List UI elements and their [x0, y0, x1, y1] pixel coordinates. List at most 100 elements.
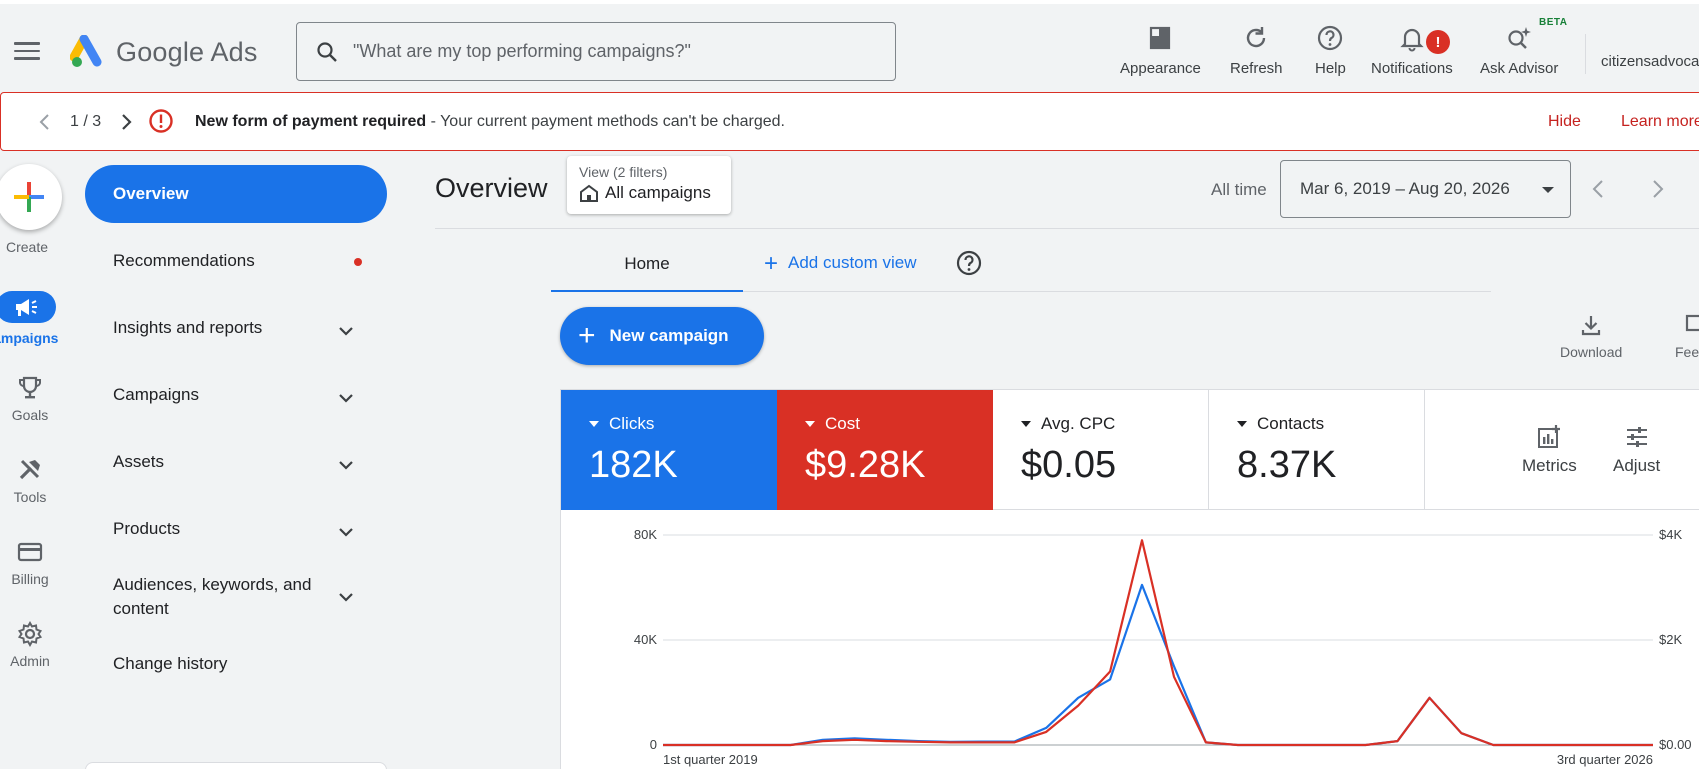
- rail-item-campaigns[interactable]: [0, 291, 56, 323]
- dropdown-triangle-icon: [1237, 421, 1247, 427]
- plus-icon: +: [578, 319, 596, 352]
- new-campaign-button[interactable]: + New campaign: [560, 307, 764, 365]
- download-icon: [1582, 316, 1601, 336]
- alert-detail: - Your current payment methods can't be …: [426, 113, 785, 130]
- ask-advisor-button[interactable]: Ask Advisor: [1480, 20, 1558, 77]
- adjust-label: Adjust: [1613, 456, 1661, 475]
- notifications-button[interactable]: Notifications !: [1371, 20, 1453, 77]
- scorecard-cost[interactable]: Cost $9.28K: [777, 390, 993, 510]
- create-label: Create: [5, 239, 49, 255]
- nav-item-products[interactable]: Products: [85, 519, 385, 539]
- chevron-down-icon: [339, 593, 353, 602]
- advisor-sparkle-search-icon: [1508, 27, 1532, 49]
- search-input[interactable]: [353, 41, 873, 62]
- scorecard-value: $0.05: [1021, 444, 1117, 486]
- payment-alert-banner: 1 / 3 New form of payment required - You…: [0, 92, 1699, 151]
- scorecard-contacts[interactable]: Contacts 8.37K: [1209, 390, 1425, 510]
- appearance-icon: [1150, 26, 1171, 50]
- feedback-button[interactable]: Feedback: [1675, 312, 1699, 360]
- chevron-down-icon: [339, 327, 353, 336]
- billing-label: Billing: [11, 571, 49, 587]
- metrics-button[interactable]: Metrics: [1522, 424, 1577, 476]
- feedback-label: Feedback: [1675, 344, 1699, 360]
- date-next-icon[interactable]: [1645, 177, 1669, 201]
- nav-item-assets[interactable]: Assets: [85, 452, 385, 472]
- nav-item-overview[interactable]: Overview: [85, 165, 387, 223]
- y-right-tick-label: $2K: [1659, 632, 1682, 647]
- page-title: Overview: [435, 173, 548, 203]
- dropdown-triangle-icon: [805, 421, 815, 427]
- view-filter-button[interactable]: View (2 filters) All campaigns: [567, 156, 731, 214]
- gear-icon: [17, 620, 43, 648]
- help-circle-icon[interactable]: [956, 250, 982, 276]
- chart-svg: 0 $0.00 40K $2K 80K $4K 1st quarter 2019 3rd qu…: [634, 527, 1692, 767]
- rail-item-tools[interactable]: Tools: [0, 456, 60, 505]
- rail-item-admin[interactable]: Admin: [0, 620, 60, 669]
- account-name[interactable]: citizensadvoca: [1601, 53, 1699, 70]
- refresh-label: Refresh: [1230, 60, 1283, 77]
- nav-item-recommendations[interactable]: Recommendations: [85, 251, 385, 271]
- nav-item-campaigns[interactable]: Campaigns: [85, 385, 385, 405]
- nav-item-change-history[interactable]: Change history: [85, 654, 385, 674]
- chevron-left-icon[interactable]: [34, 111, 56, 133]
- nav-bottom-card: [85, 762, 387, 769]
- tune-icon: [1626, 427, 1647, 447]
- refresh-button[interactable]: Refresh: [1230, 20, 1283, 77]
- x-start-label: 1st quarter 2019: [663, 752, 758, 767]
- series-line-cost: [663, 539, 1653, 747]
- scorecard-clicks[interactable]: Clicks 182K: [561, 390, 777, 510]
- header-divider: [435, 228, 1699, 229]
- building-icon: [580, 184, 598, 202]
- recommendations-alert-dot: [354, 258, 362, 266]
- trophy-icon: [19, 376, 41, 399]
- y-left-tick-label: 40K: [634, 632, 657, 647]
- menu-icon[interactable]: [14, 42, 40, 62]
- view-filter-count: View (2 filters): [579, 164, 668, 180]
- scorecard-label: Contacts: [1257, 414, 1325, 433]
- date-prev-icon[interactable]: [1587, 177, 1611, 201]
- add-custom-view-button[interactable]: + Add custom view: [764, 251, 917, 275]
- change-history-label: Change history: [113, 654, 228, 673]
- tab-home[interactable]: Home: [551, 240, 743, 292]
- help-button[interactable]: Help: [1315, 20, 1346, 77]
- appearance-button[interactable]: Appearance: [1120, 20, 1201, 77]
- scorecard-avg-cpc[interactable]: Avg. CPC $0.05: [993, 390, 1209, 510]
- all-time-label: All time: [1211, 180, 1267, 199]
- feedback-icon: [1685, 314, 1699, 332]
- chevron-down-icon: [339, 394, 353, 403]
- alert-title: New form of payment required: [195, 113, 427, 130]
- search-icon: [317, 41, 337, 62]
- campaigns-nav-label: Campaigns: [113, 385, 199, 404]
- campaigns-rail-label: Campaigns: [0, 330, 65, 346]
- rail-item-goals[interactable]: Goals: [0, 374, 60, 423]
- refresh-icon: [1247, 27, 1266, 48]
- top-bar: Google Ads Appearance Refresh Help Notif…: [0, 0, 1699, 92]
- hide-alert-button[interactable]: Hide: [1548, 113, 1581, 131]
- logo-text: Google Ads: [116, 36, 258, 67]
- download-button[interactable]: Download: [1560, 312, 1622, 360]
- campaigns-rail-text: Campaigns: [0, 330, 59, 346]
- help-icon: [1318, 25, 1343, 51]
- date-range-select[interactable]: Mar 6, 2019 – Aug 20, 2026: [1280, 160, 1571, 218]
- assets-label: Assets: [113, 452, 165, 471]
- date-range-value: Mar 6, 2019 – Aug 20, 2026: [1300, 179, 1510, 198]
- chevron-right-icon[interactable]: [115, 111, 137, 133]
- ask-advisor-label: Ask Advisor: [1480, 60, 1559, 77]
- adjust-button[interactable]: Adjust: [1613, 424, 1660, 476]
- scorecard-value: $9.28K: [805, 444, 926, 486]
- chevron-down-icon: [339, 461, 353, 470]
- y-right-tick-label: $0.00: [1659, 737, 1692, 752]
- google-ads-logo[interactable]: Google Ads: [70, 32, 258, 72]
- search-box[interactable]: [296, 22, 896, 81]
- account-divider: [1585, 34, 1586, 74]
- nav-item-insights[interactable]: Insights and reports: [85, 318, 385, 338]
- insights-label: Insights and reports: [113, 318, 263, 337]
- rail-item-billing[interactable]: Billing: [0, 538, 60, 587]
- error-icon: [149, 109, 173, 133]
- appearance-label: Appearance: [1120, 60, 1201, 77]
- y-left-tick-label: 0: [650, 737, 657, 752]
- tools-icon: [19, 459, 40, 480]
- create-button[interactable]: [0, 164, 62, 230]
- learn-more-link[interactable]: Learn more: [1621, 113, 1699, 131]
- nav-item-audiences[interactable]: Audiences, keywords, and content: [85, 573, 385, 621]
